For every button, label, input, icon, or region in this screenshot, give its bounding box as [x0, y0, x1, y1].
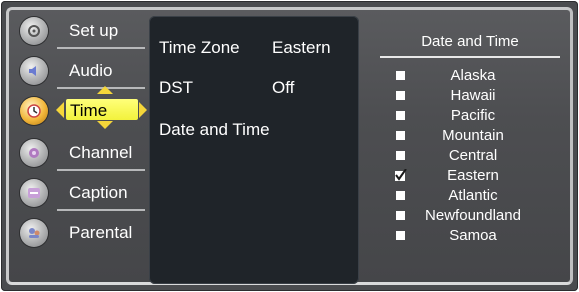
time-zone-label: Time Zone: [159, 38, 240, 57]
checkbox[interactable]: [396, 71, 405, 80]
option-label: Pacific: [450, 107, 496, 124]
dst-value: Off: [272, 78, 295, 97]
sidebar-item-channel[interactable]: Channel: [19, 136, 145, 171]
option-mountain[interactable]: Mountain: [368, 126, 568, 146]
checkbox[interactable]: [396, 111, 405, 120]
option-label: Eastern: [447, 167, 499, 184]
option-label: Alaska: [450, 67, 496, 84]
option-label: Atlantic: [448, 187, 498, 204]
divider: [57, 169, 145, 171]
title-divider: [380, 56, 560, 58]
sidebar-item-label: Caption: [69, 183, 128, 202]
sidebar-item-setup[interactable]: Set up: [19, 14, 145, 49]
channel-icon: [20, 139, 48, 167]
date-time-options-panel: Date and Time Alaska Hawaii Pacific Moun…: [368, 24, 568, 274]
caption-icon: [20, 179, 48, 207]
parental-icon: [20, 219, 48, 247]
settings-icon: [20, 17, 48, 45]
dst-label: DST: [159, 78, 193, 97]
divider: [57, 209, 145, 211]
time-zone-value: Eastern: [272, 38, 331, 57]
sidebar-item-caption[interactable]: Caption: [19, 176, 145, 211]
divider: [57, 47, 145, 49]
nav-left-arrow: [56, 102, 64, 118]
option-central[interactable]: Central: [368, 146, 568, 166]
option-newfoundland[interactable]: Newfoundland: [368, 206, 568, 226]
option-pacific[interactable]: Pacific: [368, 106, 568, 126]
sidebar-menu: Set up Audio Time Channel Caption Parent…: [19, 14, 147, 254]
checkbox-checked[interactable]: [395, 169, 407, 181]
sidebar-item-label: Channel: [69, 143, 133, 162]
option-label: Central: [448, 147, 498, 164]
checkbox[interactable]: [396, 151, 405, 160]
time-zone-row[interactable]: Time Zone Eastern: [159, 36, 355, 60]
sidebar-item-label: Time: [66, 99, 138, 120]
nav-up-arrow: [97, 86, 113, 94]
dst-row[interactable]: DST Off: [159, 76, 355, 100]
checkbox[interactable]: [396, 211, 405, 220]
option-label: Mountain: [442, 127, 504, 144]
option-label: Hawaii: [450, 87, 496, 104]
checkmark-icon: [395, 169, 407, 181]
sidebar-item-label: Set up: [69, 21, 119, 40]
sidebar-item-label: Parental: [69, 223, 133, 242]
sidebar-item-time[interactable]: Time: [19, 86, 147, 129]
nav-down-arrow: [97, 121, 113, 129]
sidebar-item-audio[interactable]: Audio: [19, 54, 145, 89]
checkbox[interactable]: [396, 131, 405, 140]
option-label: Samoa: [449, 227, 497, 244]
nav-right-arrow: [139, 102, 147, 118]
checkbox[interactable]: [396, 191, 405, 200]
sidebar-item-parental[interactable]: Parental: [19, 216, 145, 250]
settings-panel: Time Zone Eastern DST Off Date and Time: [149, 16, 359, 284]
checkbox[interactable]: [396, 231, 405, 240]
audio-icon: [20, 57, 48, 85]
date-time-row[interactable]: Date and Time: [159, 118, 355, 142]
options-title: Date and Time: [421, 33, 519, 50]
date-time-label: Date and Time: [159, 120, 270, 139]
option-alaska[interactable]: Alaska: [368, 66, 568, 86]
clock-icon: [20, 97, 48, 125]
option-eastern[interactable]: Eastern: [368, 166, 568, 186]
checkbox[interactable]: [396, 91, 405, 100]
option-atlantic[interactable]: Atlantic: [368, 186, 568, 206]
option-label: Newfoundland: [425, 207, 521, 224]
sidebar-item-label: Audio: [69, 61, 113, 80]
option-hawaii[interactable]: Hawaii: [368, 86, 568, 106]
option-samoa[interactable]: Samoa: [368, 226, 568, 246]
